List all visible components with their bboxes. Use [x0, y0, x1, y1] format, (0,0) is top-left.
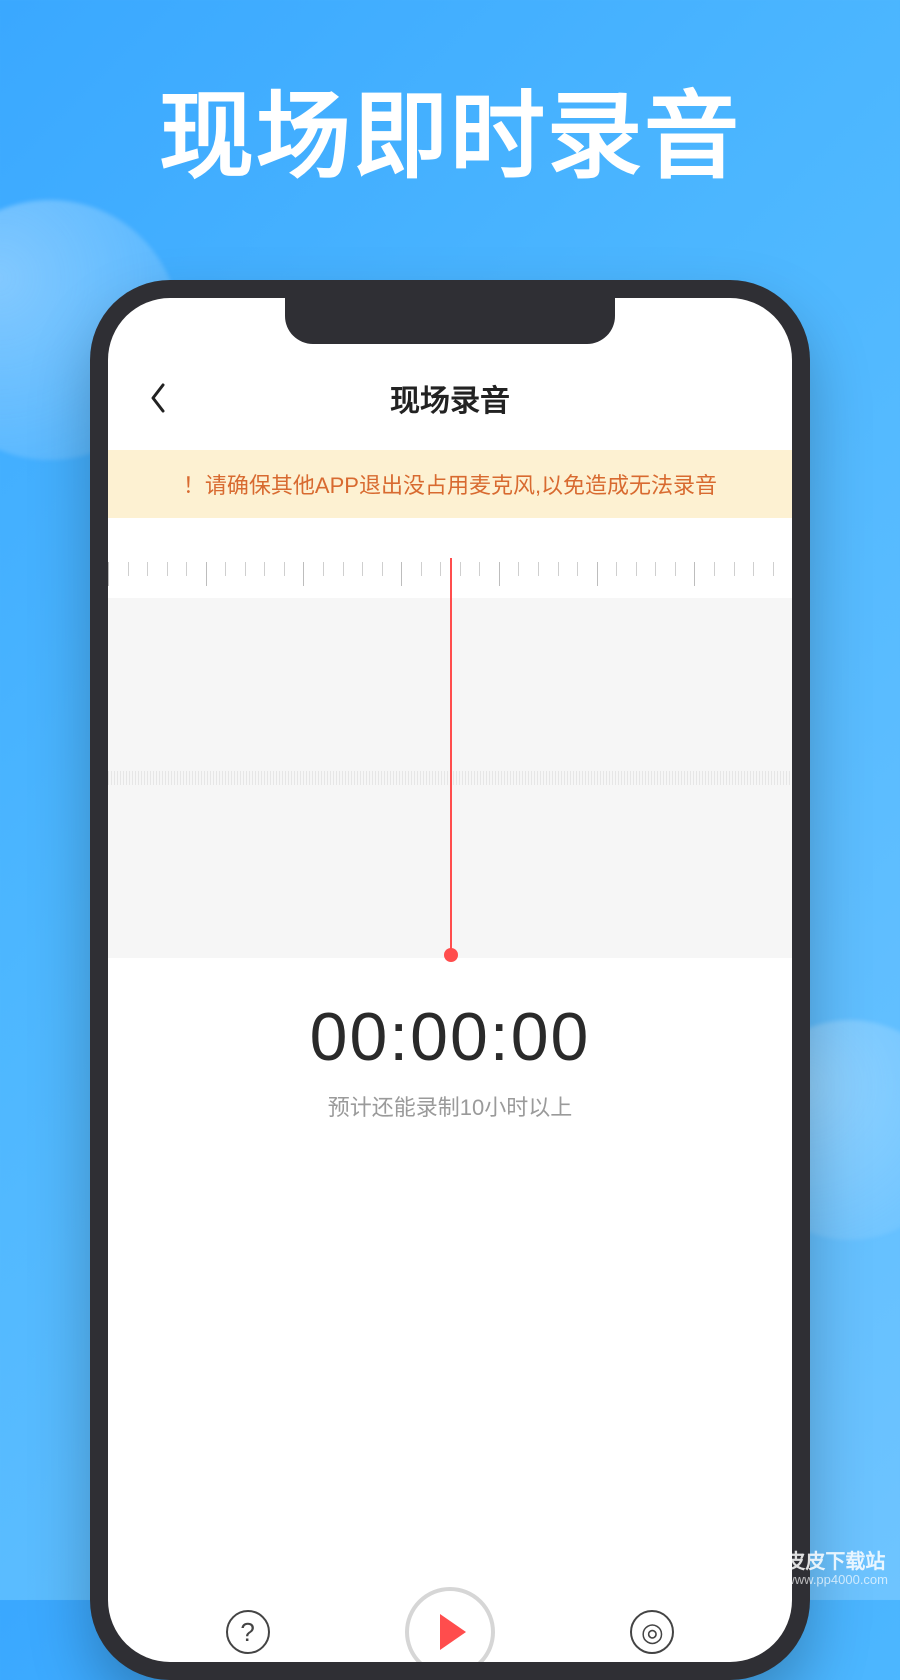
- chevron-left-icon: [149, 383, 167, 413]
- timer-block: 00:00:00 预计还能录制10小时以上: [108, 998, 792, 1122]
- watermark-text: 皮皮下载站 www.pp4000.com: [785, 1551, 888, 1587]
- hero-title: 现场即时录音: [0, 60, 900, 197]
- timer-display: 00:00:00: [108, 998, 792, 1076]
- watermark-logo: P: [733, 1548, 775, 1590]
- warning-banner: ！请确保其他APP退出没占用麦克风,以免造成无法录音: [108, 450, 792, 518]
- phone-screen: 现场录音 ！请确保其他APP退出没占用麦克风,以免造成无法录音: [108, 298, 792, 1662]
- page-title: 现场录音: [390, 376, 510, 420]
- target-icon: ◎: [641, 1617, 664, 1648]
- watermark-url: www.pp4000.com: [785, 1573, 888, 1587]
- estimate-text: 预计还能录制10小时以上: [108, 1090, 792, 1122]
- back-button[interactable]: [138, 378, 178, 418]
- record-button[interactable]: [405, 1587, 495, 1662]
- play-icon: [440, 1614, 466, 1650]
- phone-mockup: 现场录音 ！请确保其他APP退出没占用麦克风,以免造成无法录音: [90, 280, 810, 1680]
- settings-button[interactable]: ◎: [630, 1610, 674, 1654]
- app-header: 现场录音: [108, 368, 792, 428]
- playhead-indicator[interactable]: [450, 558, 452, 956]
- action-row: ? ◎: [108, 1572, 792, 1662]
- waveform-area[interactable]: [108, 558, 792, 958]
- question-icon: ?: [240, 1617, 254, 1648]
- phone-notch: [285, 298, 615, 344]
- watermark-name: 皮皮下载站: [785, 1551, 888, 1573]
- watermark: P 皮皮下载站 www.pp4000.com: [733, 1548, 888, 1590]
- help-button[interactable]: ?: [226, 1610, 270, 1654]
